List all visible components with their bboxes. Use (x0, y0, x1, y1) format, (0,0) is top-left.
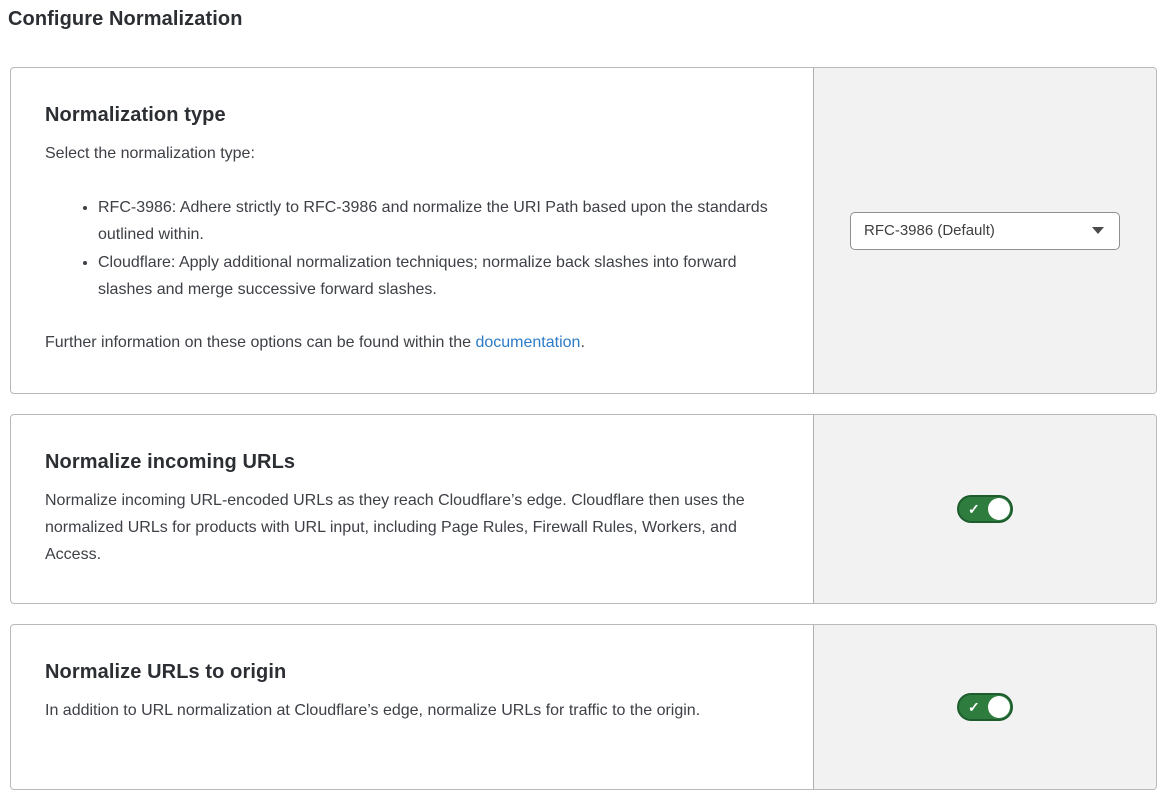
settings-card-normalization-type: Normalization type Select the normalizat… (10, 67, 1157, 394)
documentation-link[interactable]: documentation (475, 334, 580, 351)
normalize-urls-to-origin-toggle[interactable]: ✓ (957, 693, 1013, 721)
footer-note: Further information on these options can… (45, 329, 773, 356)
toggle-knob (988, 498, 1010, 520)
normalization-type-select[interactable]: RFC-3986 (Default) (850, 212, 1120, 250)
chevron-down-icon (1092, 227, 1104, 234)
card-content: Normalize incoming URLs Normalize incomi… (11, 415, 813, 603)
footer-note-text: Further information on these options can… (45, 334, 475, 351)
configure-normalization-page: Configure Normalization Normalization ty… (0, 0, 1167, 797)
card-description: Normalize incoming URL-encoded URLs as t… (45, 487, 773, 568)
select-value: RFC-3986 (Default) (864, 222, 995, 239)
normalize-incoming-urls-toggle[interactable]: ✓ (957, 495, 1013, 523)
check-icon: ✓ (968, 502, 980, 516)
list-item: Cloudflare: Apply additional normalizati… (98, 249, 773, 303)
card-heading: Normalize incoming URLs (45, 451, 773, 474)
footer-note-period: . (580, 334, 584, 351)
card-description: In addition to URL normalization at Clou… (45, 697, 773, 724)
card-heading: Normalization type (45, 104, 773, 127)
card-intro: Select the normalization type: (45, 140, 773, 167)
card-content: Normalize URLs to origin In addition to … (11, 625, 813, 789)
list-item: RFC-3986: Adhere strictly to RFC-3986 an… (98, 194, 773, 248)
card-heading: Normalize URLs to origin (45, 661, 773, 684)
normalization-options-list: RFC-3986: Adhere strictly to RFC-3986 an… (45, 194, 773, 303)
page-title: Configure Normalization (8, 8, 1157, 31)
settings-card-normalize-urls-to-origin: Normalize URLs to origin In addition to … (10, 624, 1157, 790)
control-panel: ✓ (813, 625, 1156, 789)
card-content: Normalization type Select the normalizat… (11, 68, 813, 393)
check-icon: ✓ (968, 700, 980, 714)
toggle-knob (988, 696, 1010, 718)
control-panel: RFC-3986 (Default) (813, 68, 1156, 393)
settings-card-normalize-incoming-urls: Normalize incoming URLs Normalize incomi… (10, 414, 1157, 604)
control-panel: ✓ (813, 415, 1156, 603)
